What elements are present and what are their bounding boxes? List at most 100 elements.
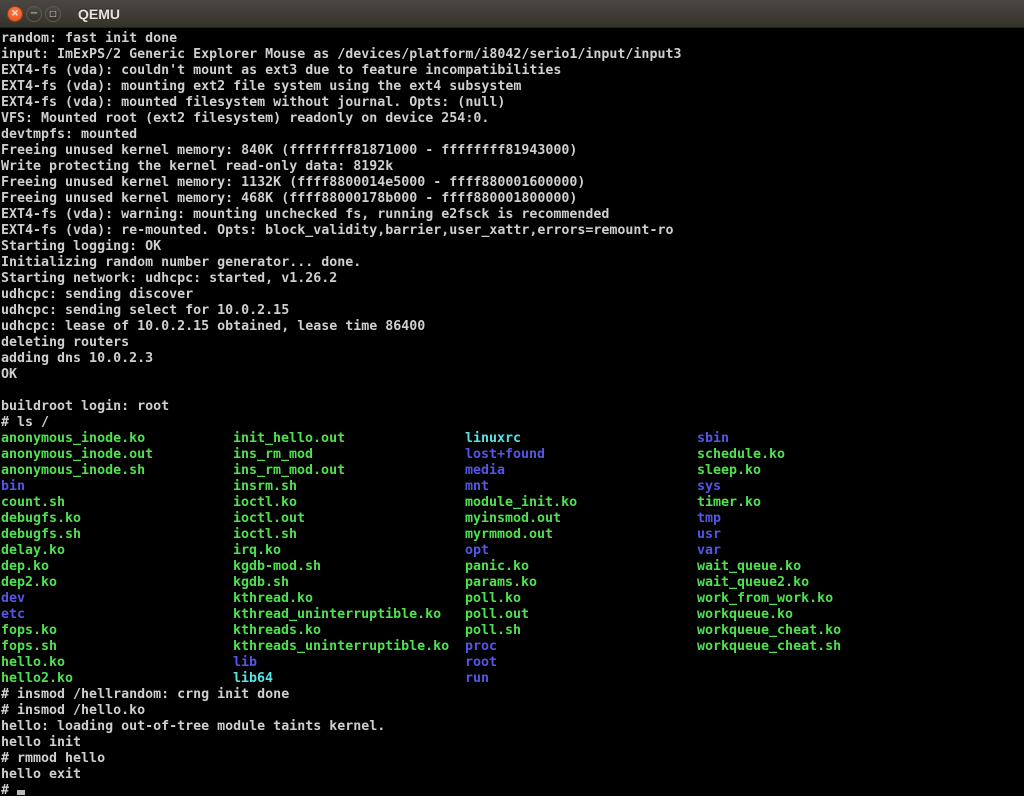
file-listing-row: anonymous_inode.outins_rm_modlost+founds… bbox=[1, 447, 1024, 463]
file-entry: anonymous_inode.ko bbox=[1, 431, 145, 447]
qemu-window: × − □ QEMU random: fast init doneinput: … bbox=[0, 0, 1024, 796]
file-entry: kthreads.ko bbox=[233, 623, 321, 639]
console-line: buildroot login: root bbox=[1, 399, 1024, 415]
file-entry: dep.ko bbox=[1, 559, 49, 575]
maximize-button[interactable]: □ bbox=[45, 6, 61, 22]
file-entry: kthreads_uninterruptible.ko bbox=[233, 639, 449, 655]
console-line: Starting network: udhcpc: started, v1.26… bbox=[1, 271, 1024, 287]
console-line: VFS: Mounted root (ext2 filesystem) read… bbox=[1, 111, 1024, 127]
file-entry: kgdb.sh bbox=[233, 575, 289, 591]
file-listing-row: fops.shkthreads_uninterruptible.koprocwo… bbox=[1, 639, 1024, 655]
console-line: udhcpc: sending select for 10.0.2.15 bbox=[1, 303, 1024, 319]
file-entry: poll.out bbox=[465, 607, 529, 623]
file-entry: fops.sh bbox=[1, 639, 57, 655]
file-entry: etc bbox=[1, 607, 25, 623]
file-entry: usr bbox=[697, 527, 721, 543]
file-entry: media bbox=[465, 463, 505, 479]
console-line: EXT4-fs (vda): warning: mounting uncheck… bbox=[1, 207, 1024, 223]
file-entry: lib bbox=[233, 655, 257, 671]
file-entry: delay.ko bbox=[1, 543, 65, 559]
terminal-screen[interactable]: random: fast init doneinput: ImExPS/2 Ge… bbox=[0, 28, 1024, 796]
file-entry: init_hello.out bbox=[233, 431, 345, 447]
titlebar: × − □ QEMU bbox=[0, 0, 1024, 28]
close-icon: × bbox=[11, 9, 19, 19]
console-line: Write protecting the kernel read-only da… bbox=[1, 159, 1024, 175]
minimize-icon: − bbox=[30, 9, 38, 19]
file-listing-row: delay.koirq.kooptvar bbox=[1, 543, 1024, 559]
file-entry: myinsmod.out bbox=[465, 511, 561, 527]
window-title: QEMU bbox=[78, 6, 120, 22]
close-button[interactable]: × bbox=[7, 6, 23, 22]
console-line: hello init bbox=[1, 735, 1024, 751]
file-entry: sys bbox=[697, 479, 721, 495]
file-entry: root bbox=[465, 655, 497, 671]
file-entry: debugfs.ko bbox=[1, 511, 81, 527]
minimize-button[interactable]: − bbox=[26, 6, 42, 22]
file-entry: irq.ko bbox=[233, 543, 281, 559]
console-line: deleting routers bbox=[1, 335, 1024, 351]
file-entry: ioctl.out bbox=[233, 511, 305, 527]
file-entry: ins_rm_mod bbox=[233, 447, 313, 463]
console-line: Freeing unused kernel memory: 468K (ffff… bbox=[1, 191, 1024, 207]
file-listing-row: hello2.kolib64run bbox=[1, 671, 1024, 687]
file-entry: mnt bbox=[465, 479, 489, 495]
file-entry: dep2.ko bbox=[1, 575, 57, 591]
file-entry: linuxrc bbox=[465, 431, 521, 447]
file-listing-row: dep2.ko kgdb.sh params.ko wait_queue2.ko bbox=[1, 575, 1024, 591]
console-line: Starting logging: OK bbox=[1, 239, 1024, 255]
file-entry: ioctl.sh bbox=[233, 527, 297, 543]
file-entry: run bbox=[465, 671, 489, 687]
file-entry: sbin bbox=[697, 431, 729, 447]
console-line: Freeing unused kernel memory: 1132K (fff… bbox=[1, 175, 1024, 191]
file-entry: workqueue.ko bbox=[697, 607, 793, 623]
file-entry: hello.ko bbox=[1, 655, 65, 671]
file-listing-row: debugfs.ko ioctl.out myinsmod.out tmp bbox=[1, 511, 1024, 527]
file-entry: ins_rm_mod.out bbox=[233, 463, 345, 479]
file-entry: debugfs.sh bbox=[1, 527, 81, 543]
console-line: udhcpc: lease of 10.0.2.15 obtained, lea… bbox=[1, 319, 1024, 335]
file-entry: params.ko bbox=[465, 575, 537, 591]
file-entry: wait_queue.ko bbox=[697, 559, 801, 575]
file-entry: wait_queue2.ko bbox=[697, 575, 809, 591]
console-line: input: ImExPS/2 Generic Explorer Mouse a… bbox=[1, 47, 1024, 63]
shell-prompt-line: # bbox=[1, 783, 1024, 796]
file-entry: myrmmod.out bbox=[465, 527, 553, 543]
console-line: hello exit bbox=[1, 767, 1024, 783]
file-listing-row: etckthread_uninterruptible.kopoll.outwor… bbox=[1, 607, 1024, 623]
console-line: adding dns 10.0.2.3 bbox=[1, 351, 1024, 367]
file-entry: ioctl.ko bbox=[233, 495, 297, 511]
block-cursor bbox=[17, 790, 25, 795]
console-line bbox=[1, 383, 1024, 399]
file-listing-row: dev kthread.ko poll.ko work_from_work.ko bbox=[1, 591, 1024, 607]
console-line: # insmod /hellrandom: crng init done bbox=[1, 687, 1024, 703]
file-listing-row: debugfs.sh ioctl.sh myrmmod.out usr bbox=[1, 527, 1024, 543]
file-entry: kthread.ko bbox=[233, 591, 313, 607]
file-entry: workqueue_cheat.sh bbox=[697, 639, 841, 655]
file-entry: bin bbox=[1, 479, 25, 495]
console-line: EXT4-fs (vda): re-mounted. Opts: block_v… bbox=[1, 223, 1024, 239]
file-listing-row: hello.ko lib root bbox=[1, 655, 1024, 671]
file-entry: insrm.sh bbox=[233, 479, 297, 495]
file-entry: anonymous_inode.sh bbox=[1, 463, 145, 479]
file-listing-row: fops.kokthreads.kopoll.shworkqueue_cheat… bbox=[1, 623, 1024, 639]
console-line: # ls / bbox=[1, 415, 1024, 431]
file-entry: tmp bbox=[697, 511, 721, 527]
console-line: # rmmod hello bbox=[1, 751, 1024, 767]
file-entry: workqueue_cheat.ko bbox=[697, 623, 841, 639]
file-listing-row: dep.kokgdb-mod.shpanic.kowait_queue.ko bbox=[1, 559, 1024, 575]
file-entry: poll.ko bbox=[465, 591, 521, 607]
file-entry: dev bbox=[1, 591, 25, 607]
console-line: devtmpfs: mounted bbox=[1, 127, 1024, 143]
file-entry: kgdb-mod.sh bbox=[233, 559, 321, 575]
file-entry: work_from_work.ko bbox=[697, 591, 833, 607]
file-entry: poll.sh bbox=[465, 623, 521, 639]
console-line: udhcpc: sending discover bbox=[1, 287, 1024, 303]
file-entry: anonymous_inode.out bbox=[1, 447, 153, 463]
file-entry: count.sh bbox=[1, 495, 65, 511]
console-line: random: fast init done bbox=[1, 31, 1024, 47]
file-listing-row: anonymous_inode.shins_rm_mod.outmediasle… bbox=[1, 463, 1024, 479]
file-entry: timer.ko bbox=[697, 495, 761, 511]
file-listing-row: bin insrm.sh mnt sys bbox=[1, 479, 1024, 495]
file-listing-row: anonymous_inode.ko init_hello.out linuxrc s… bbox=[1, 431, 1024, 447]
console-line: # insmod /hello.ko bbox=[1, 703, 1024, 719]
